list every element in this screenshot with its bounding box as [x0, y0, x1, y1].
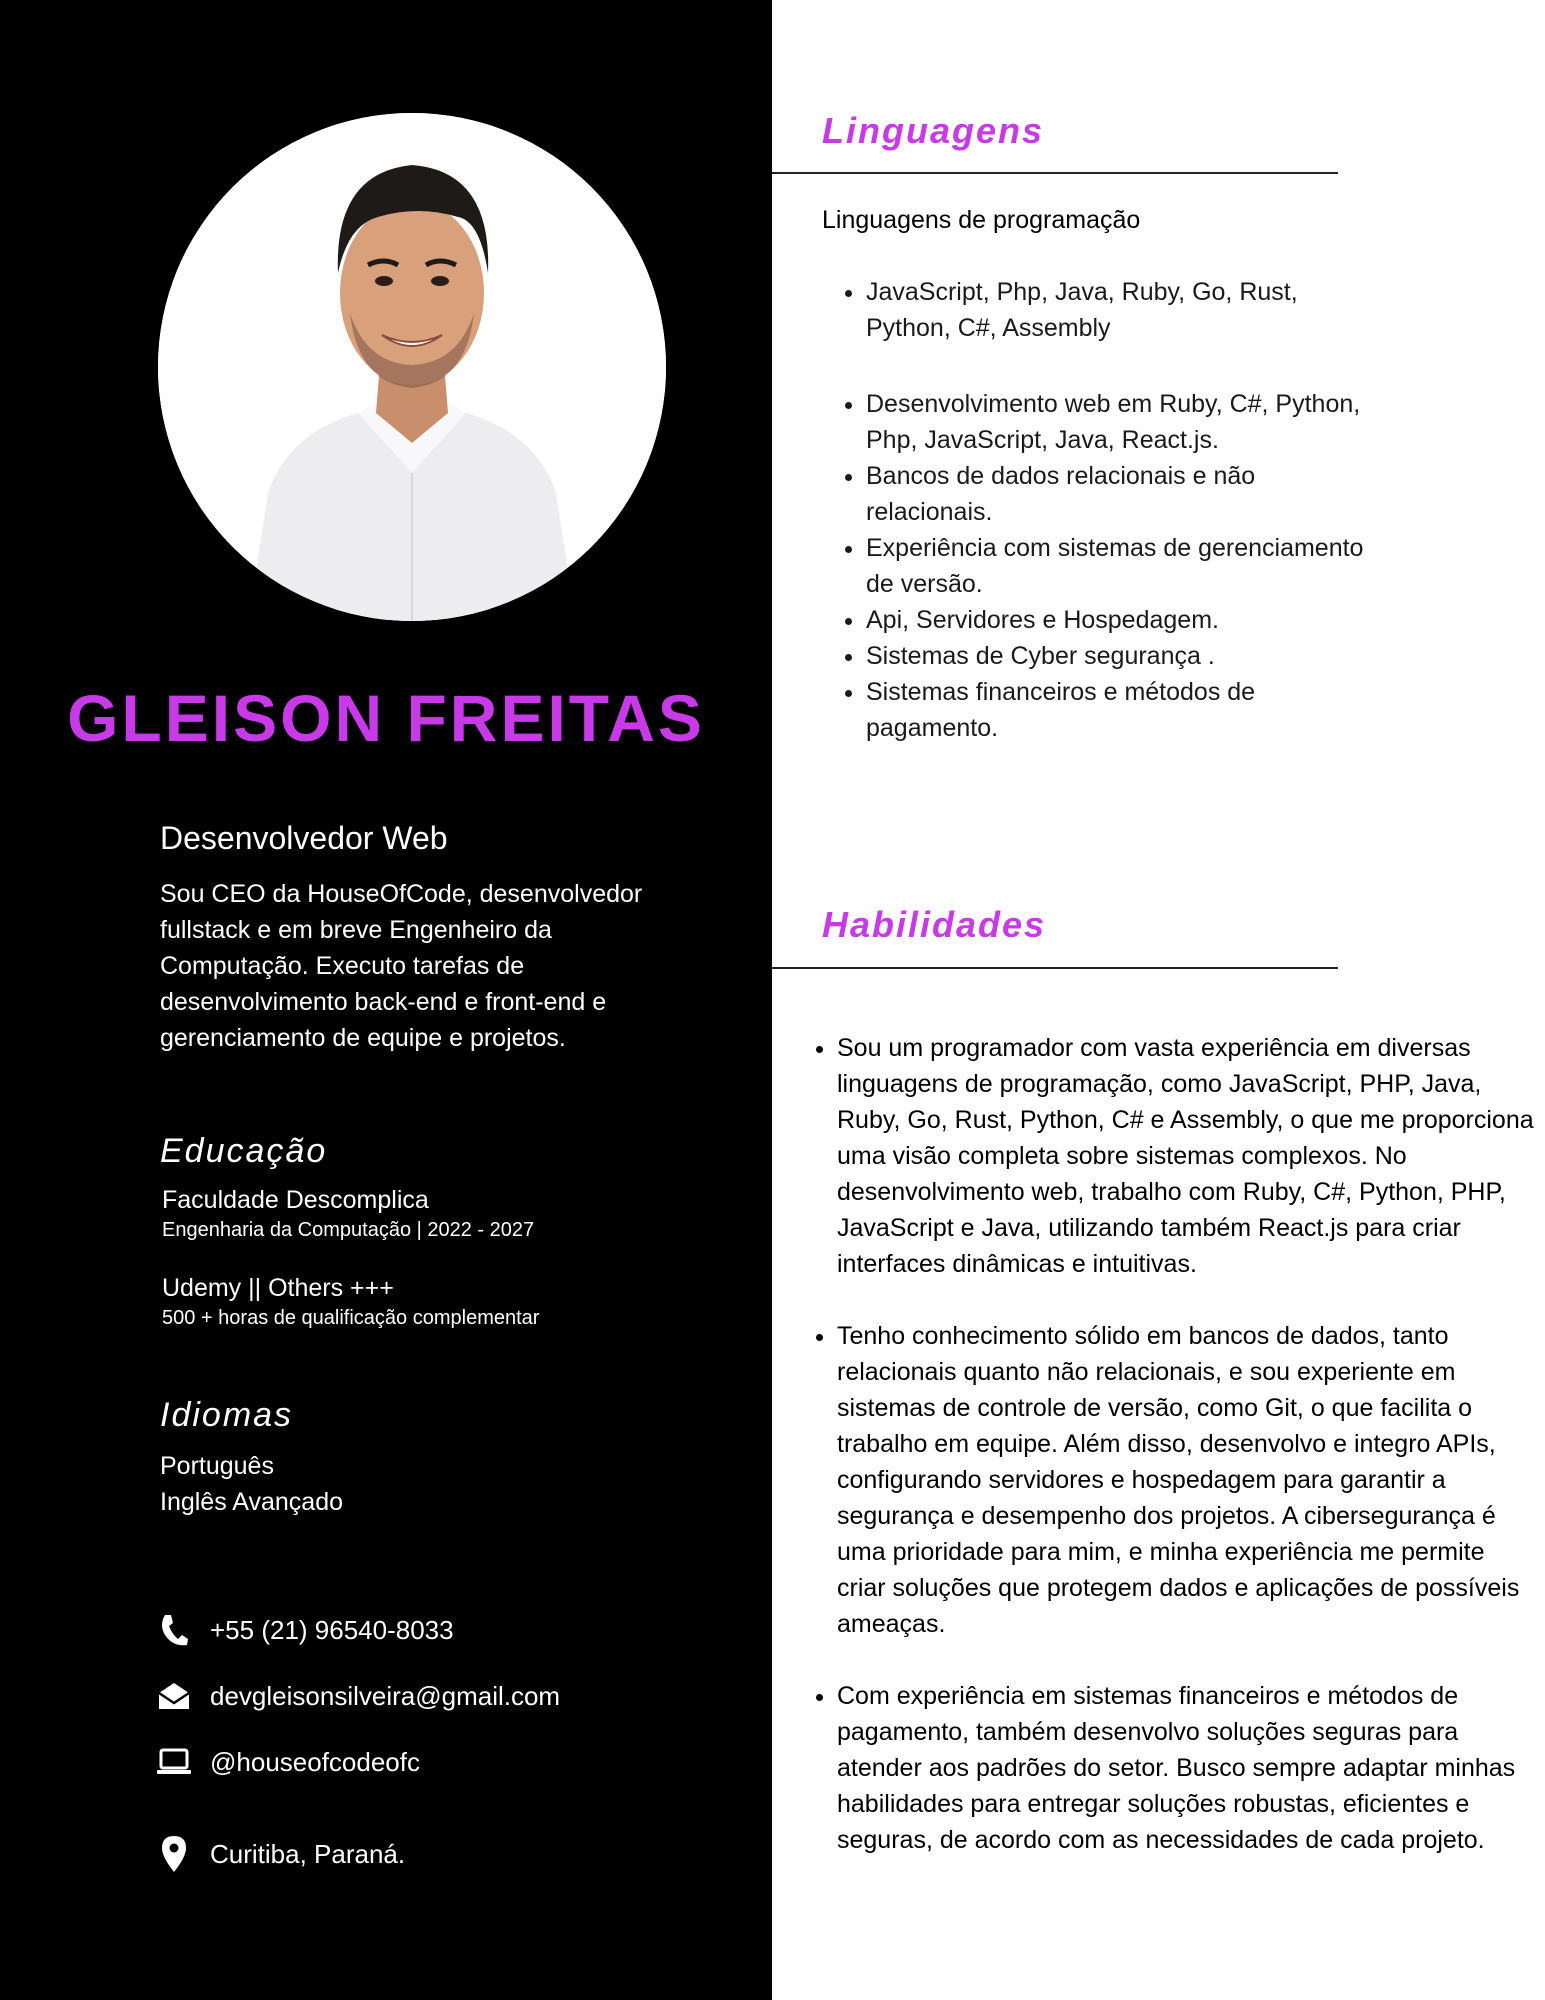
languages-heading: Idiomas: [160, 1396, 294, 1434]
spoken-languages-list: Português Inglês Avançado: [160, 1448, 343, 1520]
education-subtitle: Engenharia da Computação | 2022 - 2027: [162, 1219, 535, 1241]
list-item: Sistemas de Cyber segurança .: [866, 638, 1386, 674]
programming-list-primary: JavaScript, Php, Java, Ruby, Go, Rust, P…: [822, 274, 1386, 346]
education-title: Faculdade Descomplica: [162, 1186, 429, 1214]
person-name: GLEISON FREITAS: [67, 681, 705, 755]
job-title: Desenvolvedor Web: [160, 820, 448, 856]
programming-intro: Linguagens de programação: [822, 206, 1141, 234]
email-icon: [156, 1678, 192, 1714]
list-item: Experiência com sistemas de gerenciament…: [866, 530, 1386, 602]
programming-heading: Linguagens: [822, 110, 1045, 151]
email-address: devgleisonsilveira@gmail.com: [210, 1680, 561, 1711]
list-item: JavaScript, Php, Java, Ruby, Go, Rust, P…: [866, 274, 1386, 346]
location-pin-icon: [156, 1836, 192, 1872]
skill-paragraph: Tenho conhecimento sólido em bancos de d…: [837, 1318, 1537, 1642]
skill-paragraph: Sou um programador com vasta experiência…: [837, 1030, 1537, 1282]
left-column: GLEISON FREITAS Desenvolvedor Web Sou CE…: [0, 0, 772, 2000]
list-item: Desenvolvimento web em Ruby, C#, Python,…: [866, 386, 1386, 458]
list-item: Api, Servidores e Hospedagem.: [866, 602, 1386, 638]
education-item: Faculdade Descomplica Engenharia da Comp…: [162, 1184, 534, 1244]
list-item: Sistemas financeiros e métodos de pagame…: [866, 674, 1386, 746]
education-subtitle: 500 + horas de qualificação complementar: [162, 1307, 540, 1329]
bio-text: Sou CEO da HouseOfCode, desenvolvedor fu…: [160, 880, 643, 1052]
spoken-language: Inglês Avançado: [160, 1488, 344, 1516]
education-item: Udemy || Others +++ 500 + horas de quali…: [162, 1272, 539, 1332]
spoken-language: Português: [160, 1452, 274, 1480]
skills-list: Sou um programador com vasta experiência…: [812, 1030, 1537, 1894]
location-text: Curitiba, Paraná.: [210, 1838, 406, 1869]
section-divider: [772, 967, 1338, 969]
list-item: Bancos de dados relacionais e não relaci…: [866, 458, 1386, 530]
contact-social[interactable]: @houseofcodeofc: [156, 1744, 420, 1780]
skill-paragraph: Com experiência em sistemas financeiros …: [837, 1678, 1537, 1858]
phone-icon: [156, 1612, 192, 1648]
social-handle: @houseofcodeofc: [210, 1746, 420, 1777]
contact-email[interactable]: devgleisonsilveira@gmail.com: [156, 1678, 560, 1714]
skills-heading: Habilidades: [822, 904, 1047, 945]
laptop-icon: [156, 1744, 192, 1780]
education-title: Udemy || Others +++: [162, 1274, 394, 1302]
profile-photo: [158, 113, 666, 621]
section-divider: [772, 172, 1338, 174]
profile-photo-illustration: [158, 113, 666, 621]
education-heading: Educação: [160, 1132, 328, 1170]
phone-number: +55 (21) 96540-8033: [210, 1614, 454, 1645]
contact-location: Curitiba, Paraná.: [156, 1836, 405, 1872]
programming-list-secondary: Desenvolvimento web em Ruby, C#, Python,…: [822, 386, 1386, 746]
contact-phone[interactable]: +55 (21) 96540-8033: [156, 1612, 454, 1648]
